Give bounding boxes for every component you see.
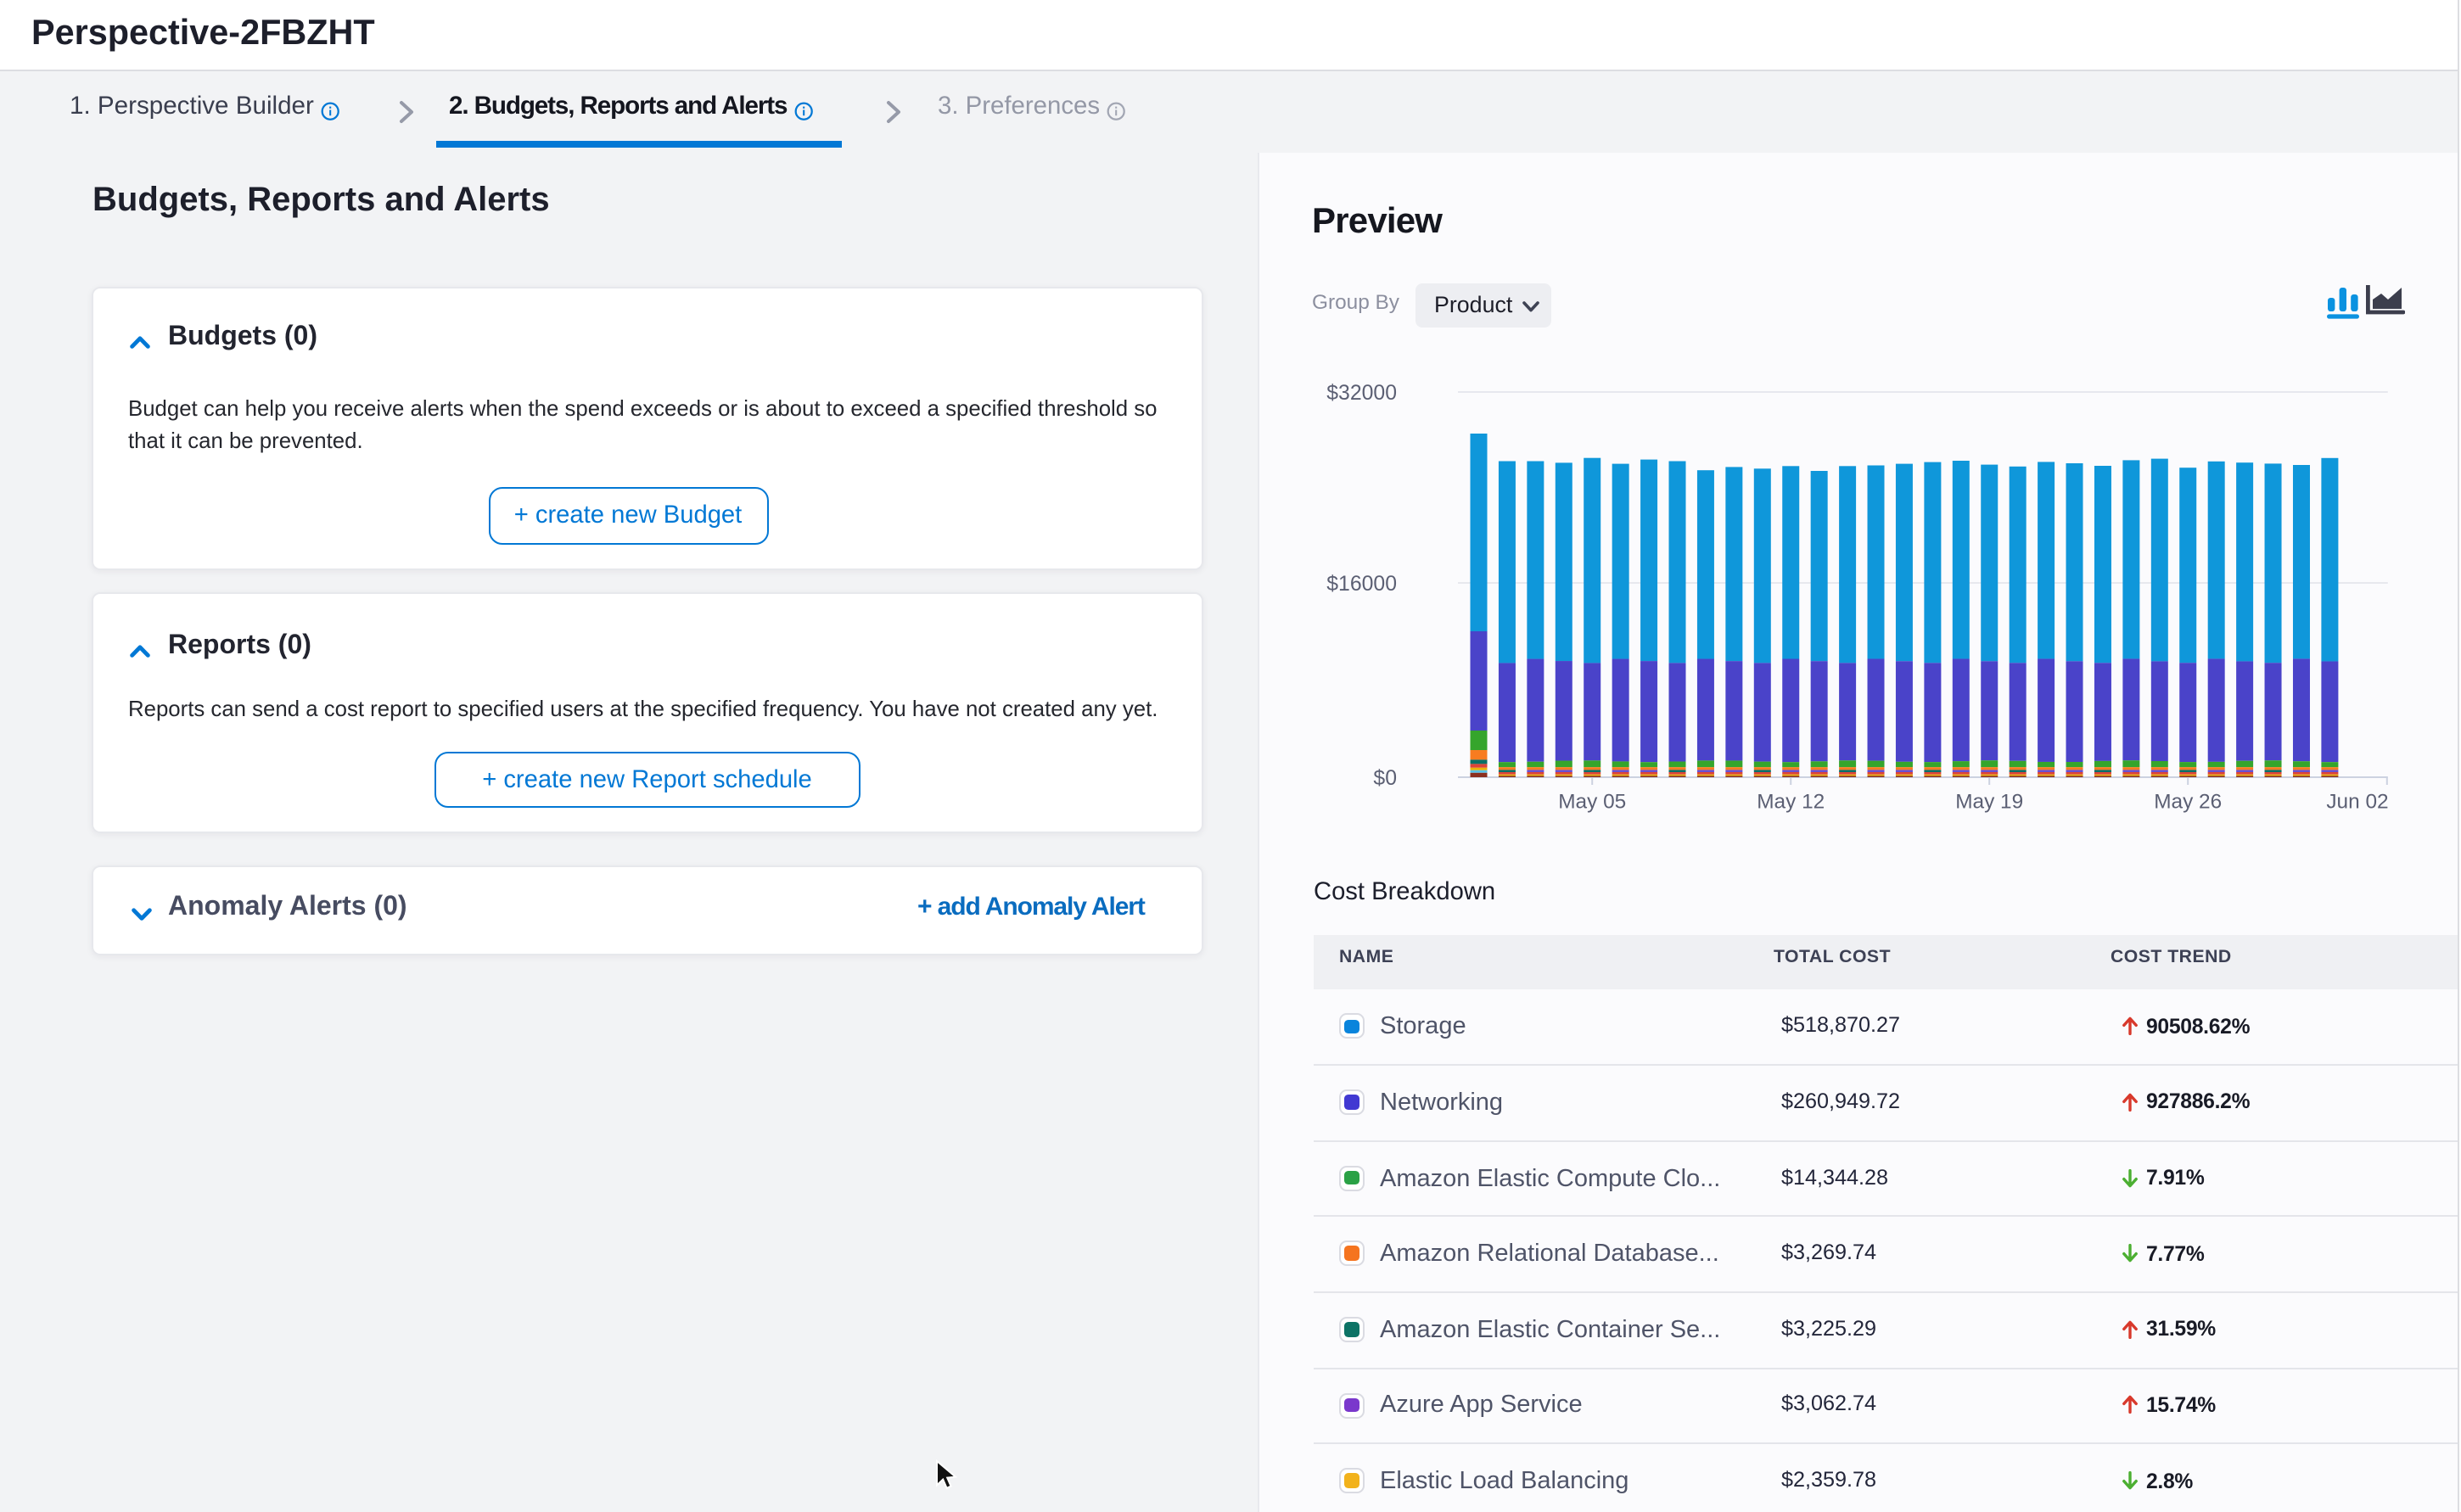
svg-text:May 19: May 19 [1955, 790, 2023, 813]
svg-text:$32000: $32000 [1326, 382, 1397, 405]
svg-text:$0: $0 [1373, 767, 1397, 790]
svg-text:Jun 02: Jun 02 [2326, 790, 2388, 813]
svg-text:May 05: May 05 [1558, 790, 1626, 813]
svg-text:May 12: May 12 [1757, 790, 1825, 813]
svg-text:May 26: May 26 [2154, 790, 2222, 813]
svg-text:$16000: $16000 [1326, 573, 1397, 596]
